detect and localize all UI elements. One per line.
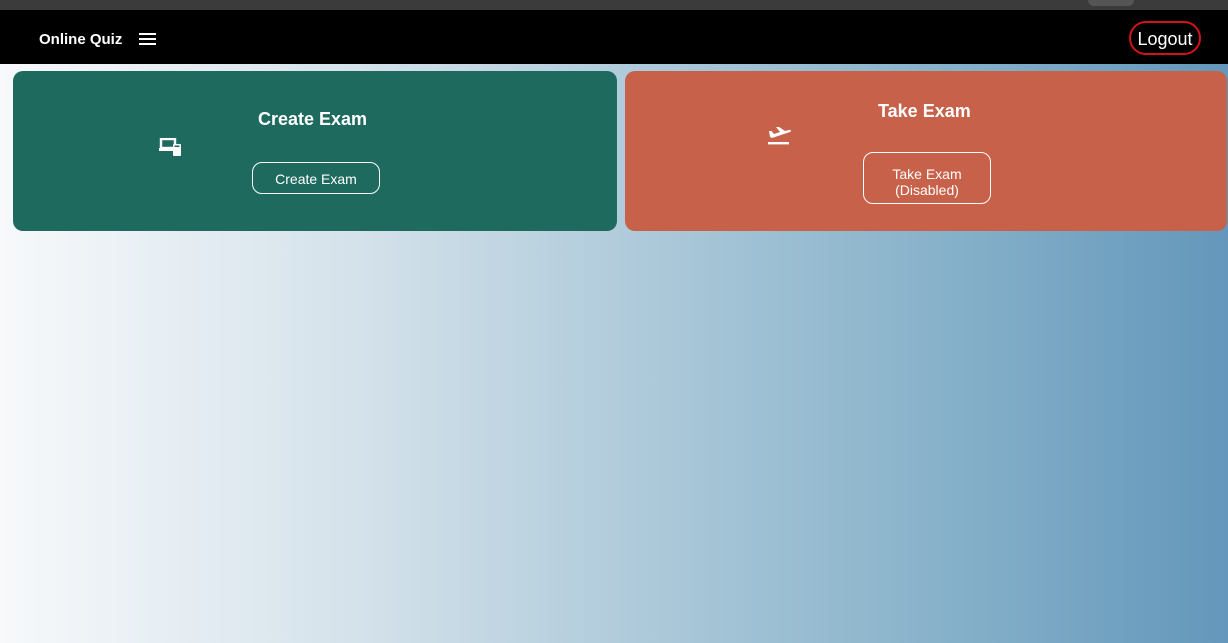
create-exam-title: Create Exam <box>258 109 368 129</box>
tab-edge <box>1088 0 1134 6</box>
take-exam-button[interactable]: Take Exam (Disabled) <box>863 152 991 204</box>
window-top-strip <box>0 0 1228 10</box>
devices-icon <box>159 138 181 156</box>
take-exam-title: Take Exam <box>878 101 971 121</box>
create-exam-button[interactable]: Create Exam <box>252 162 380 194</box>
navbar: Online Quiz Logout <box>0 10 1228 64</box>
take-exam-button-label: Take Exam <box>892 165 962 182</box>
logout-button[interactable]: Logout <box>1129 21 1201 55</box>
brand-title: Online Quiz <box>39 31 123 48</box>
take-exam-card: Take Exam Take Exam (Disabled) <box>625 71 1227 231</box>
take-exam-button-status: (Disabled) <box>895 181 959 198</box>
plane-departure-icon <box>768 127 792 145</box>
hamburger-menu-icon[interactable] <box>139 33 156 46</box>
create-exam-card: Create Exam Create Exam <box>13 71 617 231</box>
